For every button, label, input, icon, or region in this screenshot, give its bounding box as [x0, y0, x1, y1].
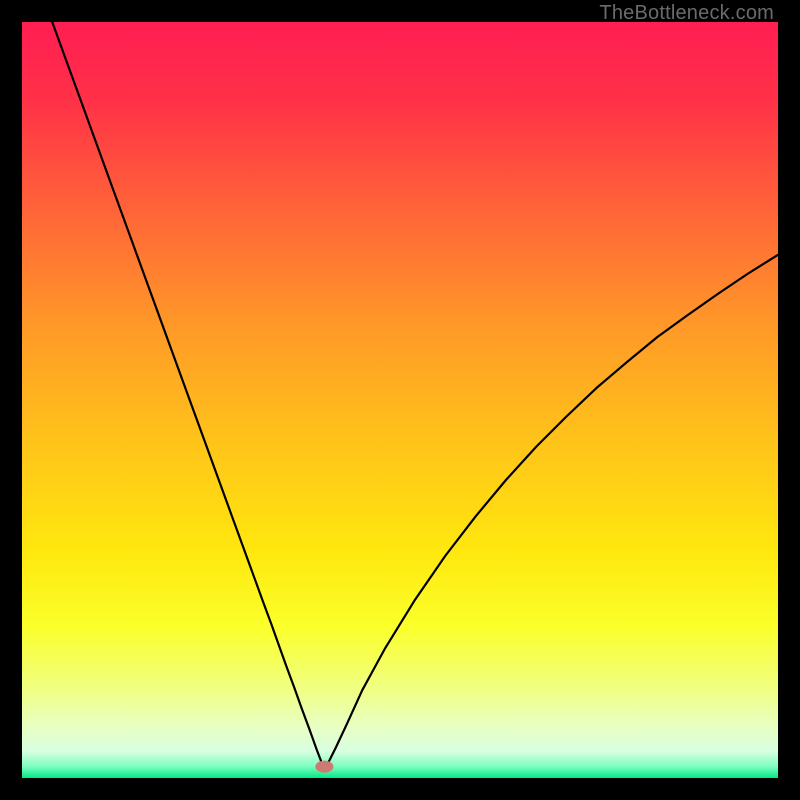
- chart-frame: [22, 22, 778, 778]
- optimal-point-marker: [315, 761, 333, 773]
- chart-background: [22, 22, 778, 778]
- bottleneck-chart: [22, 22, 778, 778]
